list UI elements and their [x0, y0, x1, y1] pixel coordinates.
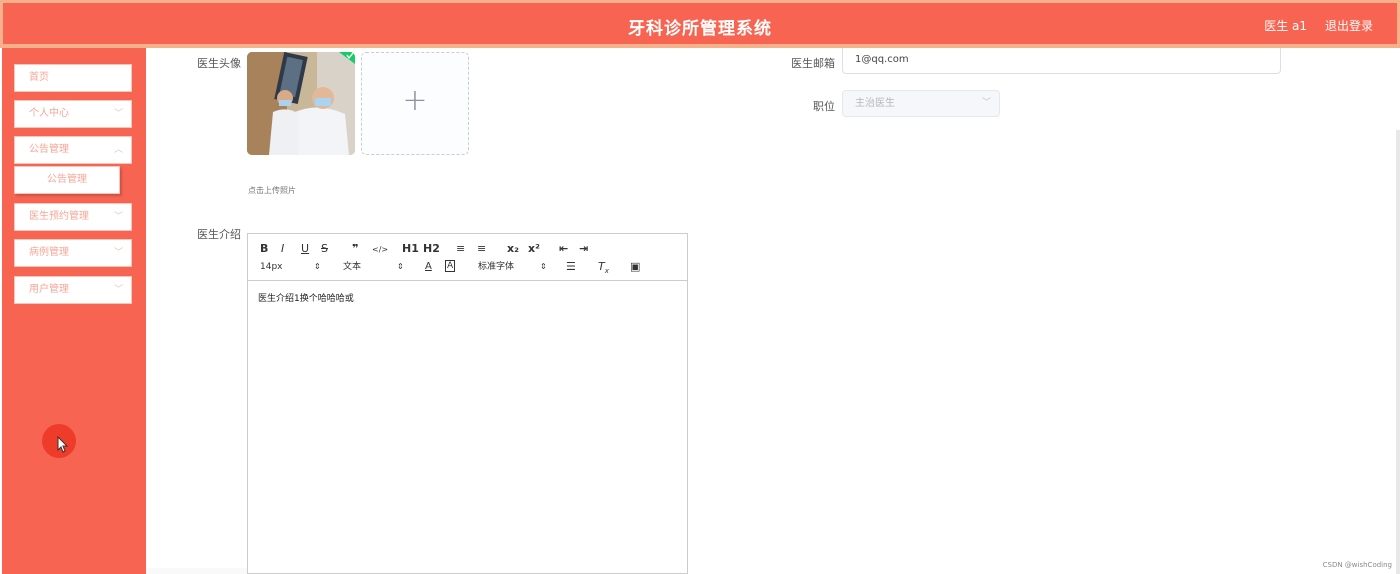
chevron-down-icon: ﹀: [113, 248, 123, 258]
select-arrows-icon: ⇕: [540, 262, 547, 271]
rich-text-editor[interactable]: B I U S ❞ </> H1 H2 ≡ ≡ x₂ x² ⇤ ⇥ 14px ⇕…: [247, 233, 688, 574]
sidebar-item-user-management[interactable]: 用户管理 ﹀: [14, 276, 132, 304]
text-type-select[interactable]: 文本 ⇕: [343, 260, 407, 274]
sidebar-item-notice-management[interactable]: 公告管理 ︿: [14, 136, 132, 164]
sidebar-item-case-management[interactable]: 病例管理 ﹀: [14, 239, 132, 267]
watermark: CSDN @wishCoding: [1322, 561, 1392, 569]
sidebar-item-label: 用户管理: [29, 284, 69, 295]
underline-button[interactable]: U: [301, 242, 309, 256]
sidebar-item-label: 医生预约管理: [29, 211, 89, 222]
position-label: 职位: [813, 100, 835, 113]
intro-label: 医生介绍: [197, 228, 241, 241]
avatar-label: 医生头像: [197, 57, 241, 70]
align-icon[interactable]: ☰: [566, 260, 576, 274]
subscript-button[interactable]: x₂: [507, 242, 519, 256]
chevron-down-icon: ﹀: [113, 212, 123, 222]
sidebar-item-label: 公告管理: [29, 144, 69, 155]
upload-add-button[interactable]: +: [361, 52, 469, 155]
indent-button[interactable]: ⇥: [579, 242, 588, 256]
font-family-select[interactable]: 标准字体 ⇕: [478, 260, 550, 274]
bold-button[interactable]: B: [260, 242, 268, 256]
select-arrows-icon: ⇕: [314, 262, 321, 271]
sidebar-item-appointment-management[interactable]: 医生预约管理 ﹀: [14, 203, 132, 231]
app-title: 牙科诊所管理系统: [628, 19, 772, 39]
email-field[interactable]: 1@qq.com: [842, 48, 1281, 74]
strike-button[interactable]: S: [321, 242, 328, 256]
submenu-item-label: 公告管理: [47, 174, 87, 185]
plus-icon: +: [402, 83, 428, 118]
doctor-photo: [247, 52, 355, 155]
blockquote-button[interactable]: ❞: [352, 242, 358, 256]
italic-button[interactable]: I: [281, 242, 284, 256]
sidebar-item-personal-center[interactable]: 个人中心 ﹀: [14, 100, 132, 128]
editor-toolbar: B I U S ❞ </> H1 H2 ≡ ≡ x₂ x² ⇤ ⇥ 14px ⇕…: [248, 234, 687, 281]
font-family-value: 标准字体: [478, 262, 515, 272]
email-label: 医生邮箱: [791, 57, 835, 70]
text-type-value: 文本: [343, 262, 362, 272]
code-block-button[interactable]: </>: [372, 243, 388, 257]
chevron-down-icon: ﹀: [113, 285, 123, 295]
clear-format-icon[interactable]: Tx: [598, 260, 609, 278]
position-value: 主治医生: [855, 98, 895, 109]
mouse-cursor-icon: [57, 436, 69, 453]
header2-button[interactable]: H2: [423, 242, 440, 256]
image-icon[interactable]: ▣: [630, 260, 640, 274]
ordered-list-button[interactable]: ≡: [456, 242, 465, 256]
sidebar-item-home[interactable]: 首页: [14, 64, 132, 92]
chevron-down-icon: ﹀: [981, 98, 991, 108]
background-color-icon[interactable]: A: [445, 260, 456, 272]
avatar-thumbnail[interactable]: [247, 52, 355, 155]
current-user: 医生 a1: [1264, 19, 1307, 33]
scrollbar[interactable]: [1396, 130, 1400, 574]
uploaded-check-icon: [339, 52, 355, 64]
bullet-list-button[interactable]: ≡: [477, 242, 486, 256]
sidebar-item-label: 病例管理: [29, 247, 69, 258]
header1-button[interactable]: H1: [402, 242, 419, 256]
superscript-button[interactable]: x²: [528, 242, 540, 256]
app-header: 牙科诊所管理系统 医生 a1 退出登录: [0, 0, 1400, 48]
submenu-item-notice-management[interactable]: 公告管理: [14, 166, 120, 194]
outdent-button[interactable]: ⇤: [559, 242, 568, 256]
logout-link[interactable]: 退出登录: [1325, 17, 1373, 34]
font-size-select[interactable]: 14px ⇕: [260, 260, 324, 274]
sidebar: 首页 个人中心 ﹀ 公告管理 ︿ 公告管理 医生预约管理 ﹀ 病例管理 ﹀ 用户…: [2, 48, 146, 574]
upload-hint: 点击上传照片: [248, 186, 296, 195]
position-select[interactable]: 主治医生 ﹀: [842, 90, 1000, 117]
bottom-strip: [146, 568, 247, 574]
select-arrows-icon: ⇕: [397, 262, 404, 271]
font-size-value: 14px: [260, 262, 283, 272]
sidebar-item-label: 个人中心: [29, 108, 69, 119]
font-color-icon[interactable]: A: [425, 260, 432, 274]
chevron-up-icon: ︿: [113, 145, 123, 155]
sidebar-item-label: 首页: [29, 72, 49, 83]
editor-content[interactable]: 医生介绍1换个哈哈哈或: [258, 291, 354, 304]
chevron-down-icon: ﹀: [113, 109, 123, 119]
